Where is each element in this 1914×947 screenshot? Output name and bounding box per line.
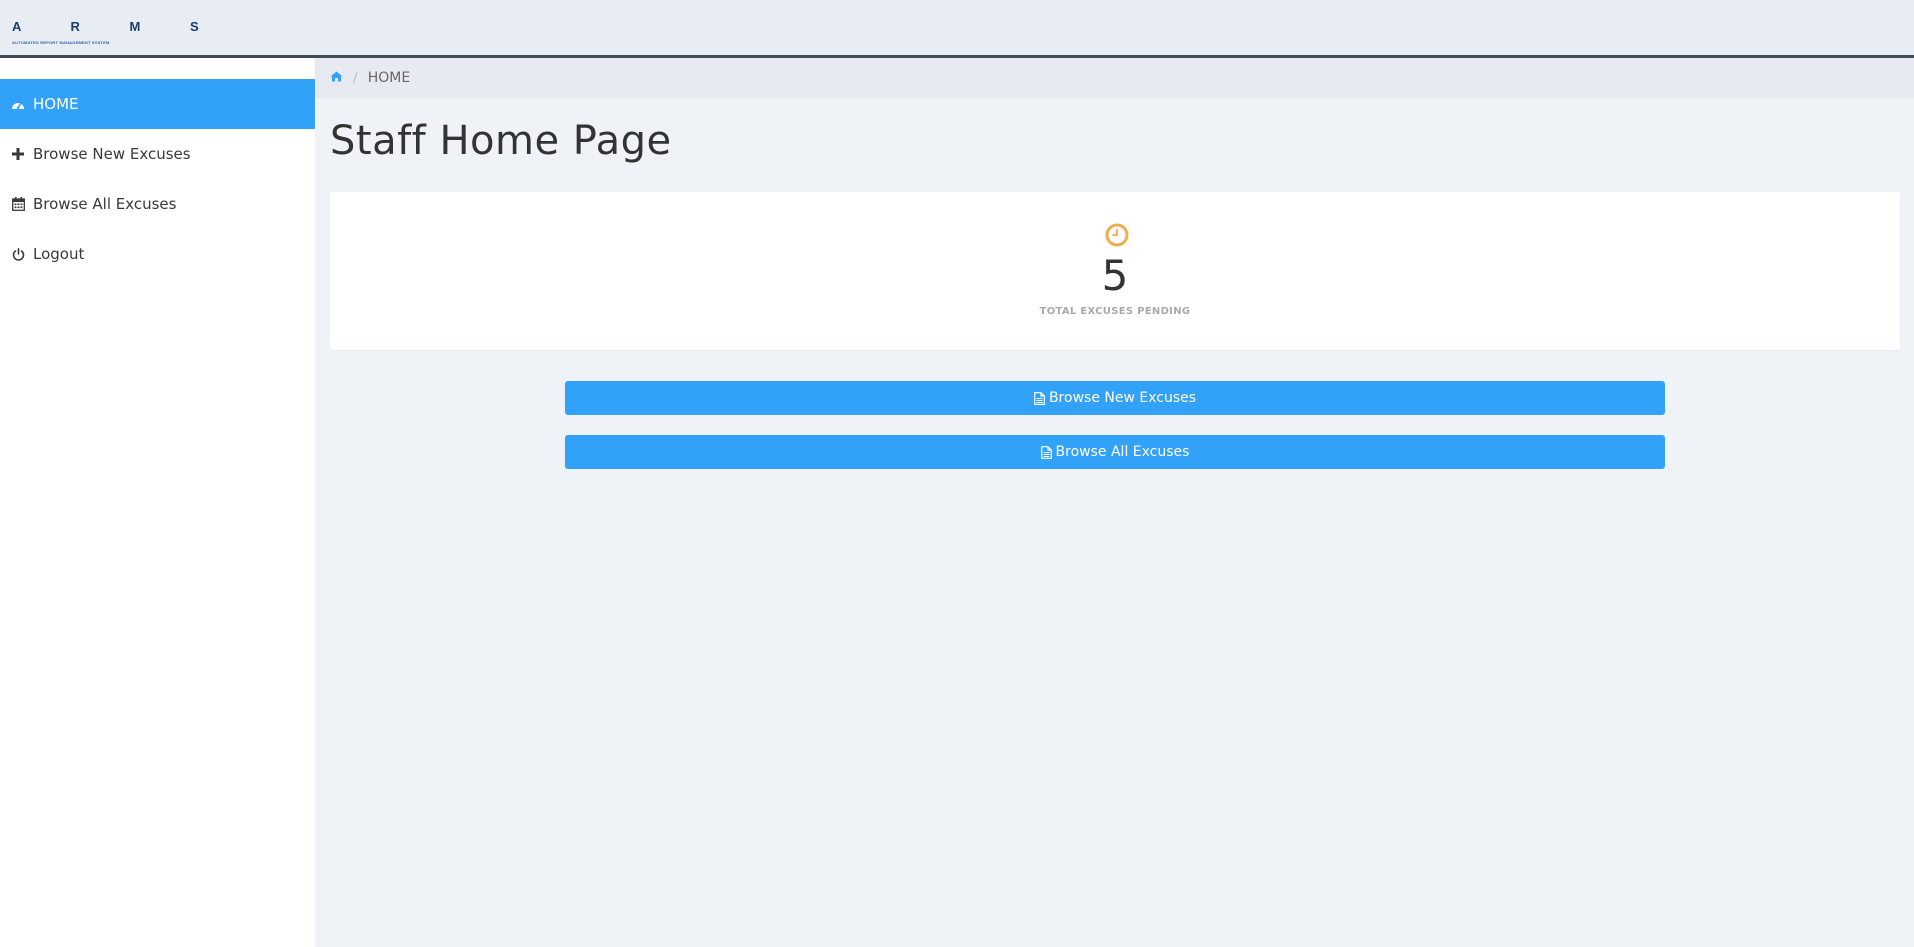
breadcrumb-current: HOME	[367, 70, 411, 86]
arms-logo[interactable]: A R M S AUTOMATED REPORT MANAGEMENT SYST…	[8, 14, 199, 52]
stat-label: TOTAL EXCUSES PENDING	[1039, 306, 1191, 317]
sidebar-item-label: HOME	[33, 95, 79, 113]
top-bar: A R M S AUTOMATED REPORT MANAGEMENT SYST…	[0, 0, 1914, 58]
breadcrumb-separator: /	[353, 70, 358, 86]
sidebar-nav: HOME Browse New Excuses Browse All Excus…	[0, 79, 315, 279]
file-icon	[1034, 391, 1045, 405]
page-title: Staff Home Page	[330, 118, 672, 164]
sidebar-item-label: Logout	[33, 245, 85, 263]
dashboard-icon	[10, 98, 26, 110]
logo-letters: A R M S	[12, 19, 222, 34]
calendar-icon	[10, 197, 26, 211]
power-icon	[10, 247, 26, 261]
browse-new-excuses-button[interactable]: Browse New Excuses	[565, 381, 1665, 415]
file-icon	[1040, 445, 1052, 459]
sidebar-item-label: Browse New Excuses	[33, 145, 191, 163]
browse-all-excuses-button[interactable]: Browse All Excuses	[565, 435, 1665, 469]
home-icon[interactable]	[330, 70, 343, 86]
sidebar: HOME Browse New Excuses Browse All Excus…	[0, 58, 315, 947]
plus-icon	[10, 148, 26, 160]
pending-excuses-card: 5 TOTAL EXCUSES PENDING	[330, 192, 1900, 350]
logo-subtitle: AUTOMATED REPORT MANAGEMENT SYSTEM	[12, 40, 110, 45]
sidebar-item-browse-all-excuses[interactable]: Browse All Excuses	[0, 179, 315, 229]
button-label: Browse New Excuses	[1048, 390, 1197, 406]
sidebar-item-label: Browse All Excuses	[33, 195, 177, 213]
sidebar-item-browse-new-excuses[interactable]: Browse New Excuses	[0, 129, 315, 179]
stat-value: 5	[1101, 251, 1129, 300]
button-label: Browse All Excuses	[1055, 444, 1190, 460]
sidebar-item-home[interactable]: HOME	[0, 79, 315, 129]
breadcrumb: / HOME	[315, 58, 1914, 98]
clock-icon	[1105, 223, 1129, 247]
main-content: / HOME Staff Home Page 5 TOTAL EXCUSES P…	[315, 58, 1914, 947]
sidebar-item-logout[interactable]: Logout	[0, 229, 315, 279]
